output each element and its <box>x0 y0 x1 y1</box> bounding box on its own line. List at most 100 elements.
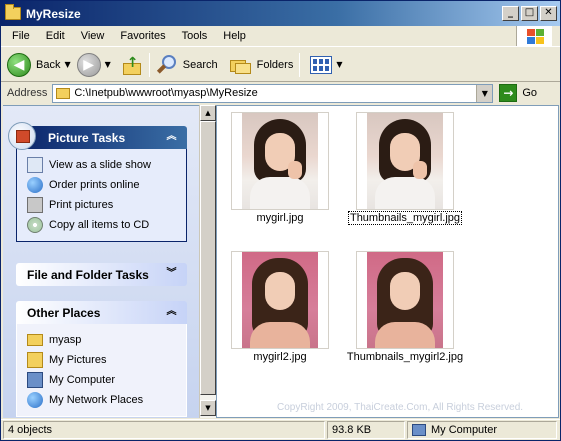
folders-icon <box>229 56 252 74</box>
task-label: View as a slide show <box>49 159 151 171</box>
menu-view[interactable]: View <box>73 30 113 42</box>
menu-help[interactable]: Help <box>215 30 254 42</box>
forward-arrow-icon: ▶ <box>76 52 101 77</box>
menu-edit[interactable]: Edit <box>38 30 73 42</box>
title-bar[interactable]: MyResize _ □ ✕ <box>1 1 560 26</box>
file-thumbnail[interactable] <box>356 112 454 210</box>
search-label: Search <box>182 58 218 71</box>
status-location-text: My Computer <box>431 424 498 436</box>
toolbar-separator <box>148 52 150 77</box>
globe-icon <box>27 177 43 193</box>
back-button[interactable]: ◀ Back ▼ <box>7 51 71 79</box>
up-folder-button[interactable]: ↑ <box>121 51 143 79</box>
close-button[interactable]: ✕ <box>540 6 557 21</box>
menu-file[interactable]: File <box>4 30 38 42</box>
scroll-up-button[interactable]: ▲ <box>200 105 216 121</box>
views-icon <box>310 55 333 74</box>
up-folder-icon: ↑ <box>121 55 143 75</box>
folder-icon <box>5 4 21 20</box>
task-pane: Picture Tasks ︽ View as a slide show Ord… <box>3 105 199 418</box>
picture-tasks-title: Picture Tasks <box>48 130 126 145</box>
toolbar: ◀ Back ▼ ▶ ▼ ↑ Search Folders ▼ <box>1 48 560 82</box>
address-input[interactable]: C:\Inetpub\wwwroot\myasp\MyResize ▼ <box>52 83 494 103</box>
file-thumbnail[interactable] <box>356 251 454 349</box>
place-my-pictures[interactable]: My Pictures <box>27 350 186 370</box>
cd-icon <box>27 217 43 233</box>
go-label: Go <box>522 87 538 99</box>
scroll-down-button[interactable]: ▼ <box>200 400 216 416</box>
chevron-up-icon[interactable]: ︽ <box>164 130 179 145</box>
file-label-selected[interactable]: Thumbnails_mygirl.jpg <box>340 211 470 225</box>
watermark-text: CopyRight 2009, ThaiCreate.Com, All Righ… <box>277 402 524 413</box>
place-label: My Computer <box>49 374 116 386</box>
chevron-down-icon[interactable]: ▼ <box>105 60 111 69</box>
place-label: My Pictures <box>49 354 107 366</box>
place-label: myasp <box>49 334 82 346</box>
folder-icon <box>27 334 43 346</box>
file-label[interactable]: mygirl2.jpg <box>215 351 345 363</box>
status-objects-text: 4 objects <box>8 424 53 436</box>
other-places-panel: Other Places ︽ myasp My Pictures My Comp… <box>16 301 187 417</box>
status-objects: 4 objects <box>3 421 325 439</box>
picture-tasks-panel: Picture Tasks ︽ View as a slide show Ord… <box>8 122 187 242</box>
go-button[interactable]: → Go <box>499 84 537 102</box>
window-title: MyResize <box>26 6 81 21</box>
menu-favorites[interactable]: Favorites <box>112 30 173 42</box>
task-label: Copy all items to CD <box>49 219 150 231</box>
picture-tasks-header[interactable]: Picture Tasks ︽ <box>8 122 187 150</box>
chevron-up-icon[interactable]: ︽ <box>164 305 179 320</box>
task-order-prints[interactable]: Order prints online <box>27 175 186 195</box>
status-size-text: 93.8 KB <box>332 424 372 436</box>
toolbar-separator <box>299 52 301 77</box>
windows-logo-icon <box>516 26 552 46</box>
folders-button[interactable]: Folders <box>229 51 294 79</box>
printer-icon <box>27 197 43 213</box>
task-pane-scrollbar[interactable]: ▲ ▼ <box>199 105 216 418</box>
my-computer-icon <box>412 424 426 436</box>
address-dropdown-button[interactable]: ▼ <box>476 84 493 102</box>
forward-button[interactable]: ▶ ▼ <box>76 51 111 79</box>
file-thumbnail[interactable] <box>231 251 329 349</box>
picture-tasks-body: View as a slide show Order prints online… <box>16 149 187 242</box>
menu-bar: File Edit View Favorites Tools Help <box>1 26 560 47</box>
minimize-button[interactable]: _ <box>502 6 519 21</box>
search-button[interactable]: Search <box>156 51 218 79</box>
photo-image <box>242 113 318 209</box>
address-label: Address <box>7 87 48 99</box>
place-label: My Network Places <box>49 394 144 406</box>
maximize-button[interactable]: □ <box>521 6 538 21</box>
file-thumbnail[interactable] <box>231 112 329 210</box>
place-my-computer[interactable]: My Computer <box>27 370 186 390</box>
views-button[interactable]: ▼ <box>310 51 342 79</box>
address-value: C:\Inetpub\wwwroot\myasp\MyResize <box>74 87 258 99</box>
slideshow-icon <box>27 157 43 173</box>
file-folder-tasks-title: File and Folder Tasks <box>27 267 149 282</box>
file-folder-tasks-panel: File and Folder Tasks ︾ <box>16 263 187 286</box>
place-network[interactable]: My Network Places <box>27 390 186 410</box>
status-size: 93.8 KB <box>327 421 405 439</box>
chevron-down-icon[interactable]: ▼ <box>336 60 342 69</box>
photo-image <box>367 113 443 209</box>
my-pictures-icon <box>27 352 43 368</box>
go-arrow-icon: → <box>499 84 518 102</box>
file-label[interactable]: mygirl.jpg <box>215 212 345 224</box>
explorer-window: MyResize _ □ ✕ File Edit View Favorites … <box>0 0 561 441</box>
back-label: Back <box>36 58 61 71</box>
status-bar: 4 objects 93.8 KB My Computer <box>1 419 560 440</box>
other-places-body: myasp My Pictures My Computer My Network… <box>16 324 187 417</box>
chevron-down-icon[interactable]: ▼ <box>64 60 70 69</box>
other-places-header[interactable]: Other Places ︽ <box>16 301 187 324</box>
file-view: mygirl.jpg Thumbnails_mygirl.jpg mygirl2… <box>216 105 559 418</box>
other-places-title: Other Places <box>27 305 101 320</box>
place-myasp[interactable]: myasp <box>27 330 186 350</box>
task-slideshow[interactable]: View as a slide show <box>27 155 186 175</box>
folders-label: Folders <box>256 58 294 71</box>
chevron-down-icon[interactable]: ︾ <box>164 267 179 282</box>
task-copy-cd[interactable]: Copy all items to CD <box>27 215 186 235</box>
file-label[interactable]: Thumbnails_mygirl2.jpg <box>340 351 470 363</box>
status-location: My Computer <box>407 421 557 439</box>
task-print-pictures[interactable]: Print pictures <box>27 195 186 215</box>
menu-tools[interactable]: Tools <box>174 30 216 42</box>
scroll-thumb[interactable] <box>200 121 216 395</box>
file-folder-tasks-header[interactable]: File and Folder Tasks ︾ <box>16 263 187 286</box>
